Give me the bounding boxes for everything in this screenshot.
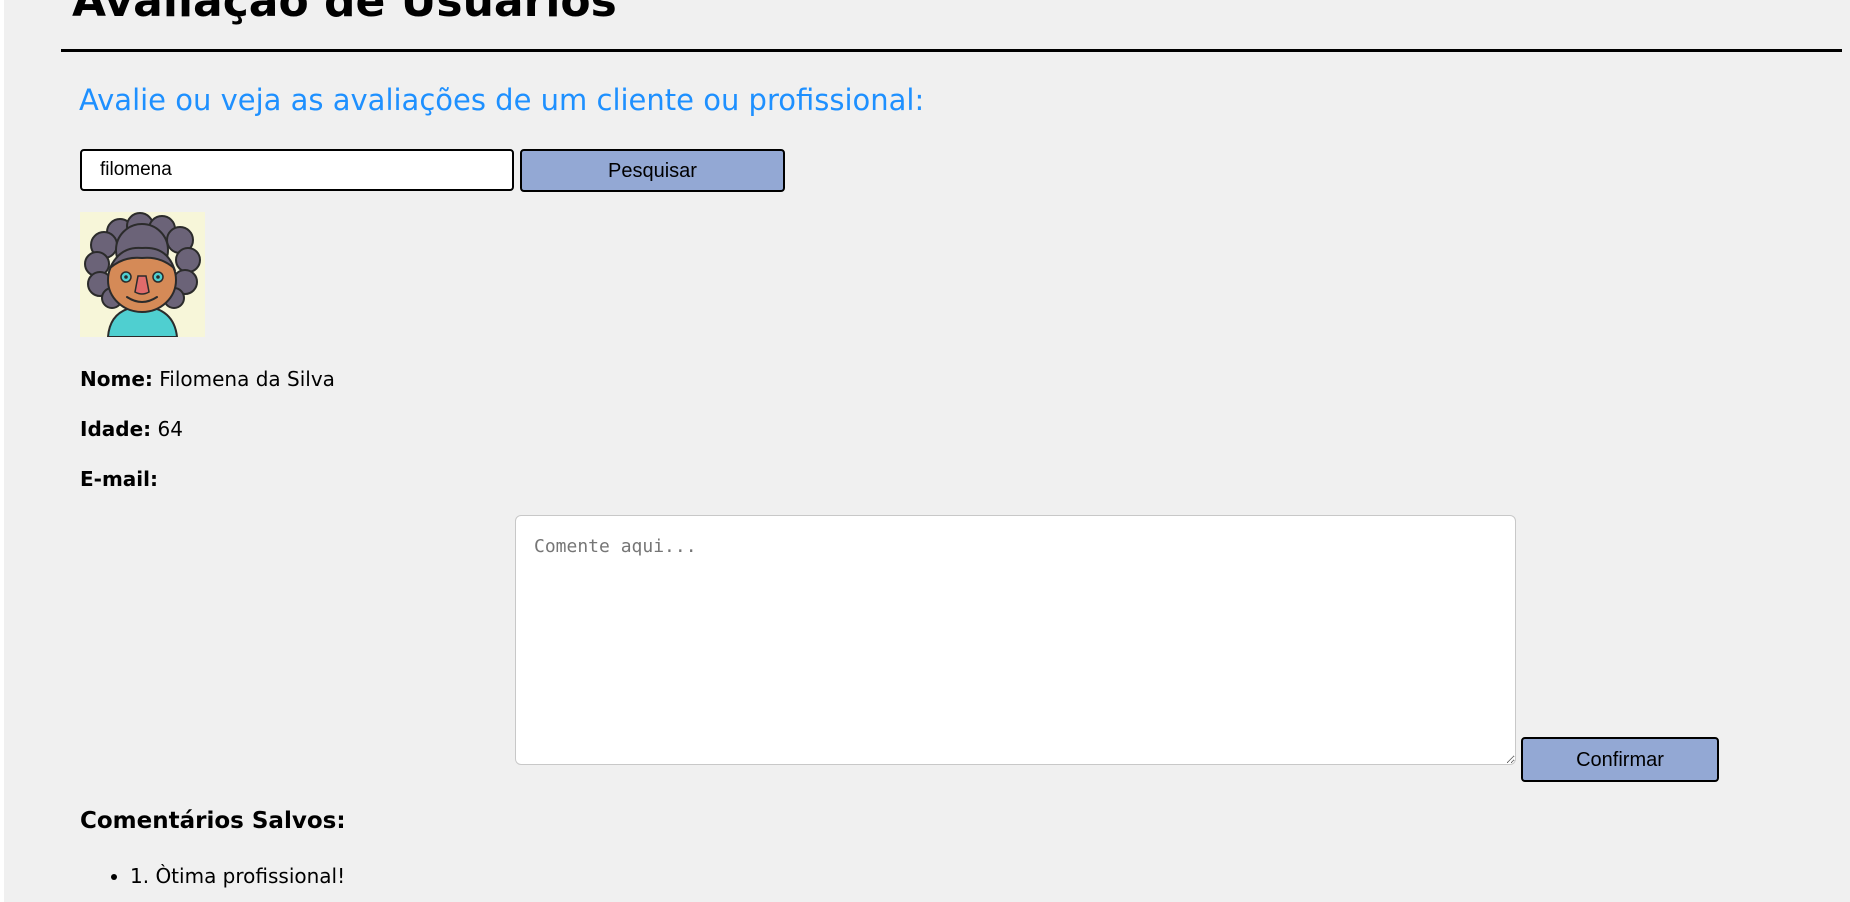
- name-value: Filomena da Silva: [159, 367, 335, 391]
- page-content: Avaliação de Usuários Avalie ou veja as …: [4, 0, 1850, 902]
- woman-curly-hair-avatar-icon: [84, 212, 201, 338]
- confirm-button[interactable]: Confirmar: [1521, 737, 1719, 782]
- title-divider: [61, 49, 1842, 52]
- search-input[interactable]: [80, 149, 514, 191]
- section-subheading: Avalie ou veja as avaliações de um clien…: [79, 83, 925, 117]
- profile-age: Idade: 64: [80, 417, 183, 441]
- profile-email: E-mail:: [80, 467, 158, 491]
- age-label: Idade:: [80, 417, 152, 441]
- profile-name: Nome: Filomena da Silva: [80, 367, 335, 391]
- saved-comments-list: 1. Òtima profissional!: [80, 862, 345, 890]
- saved-comments-heading: Comentários Salvos:: [80, 808, 346, 834]
- name-label: Nome:: [80, 367, 153, 391]
- page-title: Avaliação de Usuários: [72, 0, 617, 27]
- search-button[interactable]: Pesquisar: [520, 149, 785, 192]
- user-avatar: [80, 212, 205, 338]
- list-item: 1. Òtima profissional!: [130, 862, 345, 890]
- email-label: E-mail:: [80, 467, 159, 491]
- age-value: 64: [157, 417, 183, 441]
- comment-textarea[interactable]: [515, 515, 1516, 765]
